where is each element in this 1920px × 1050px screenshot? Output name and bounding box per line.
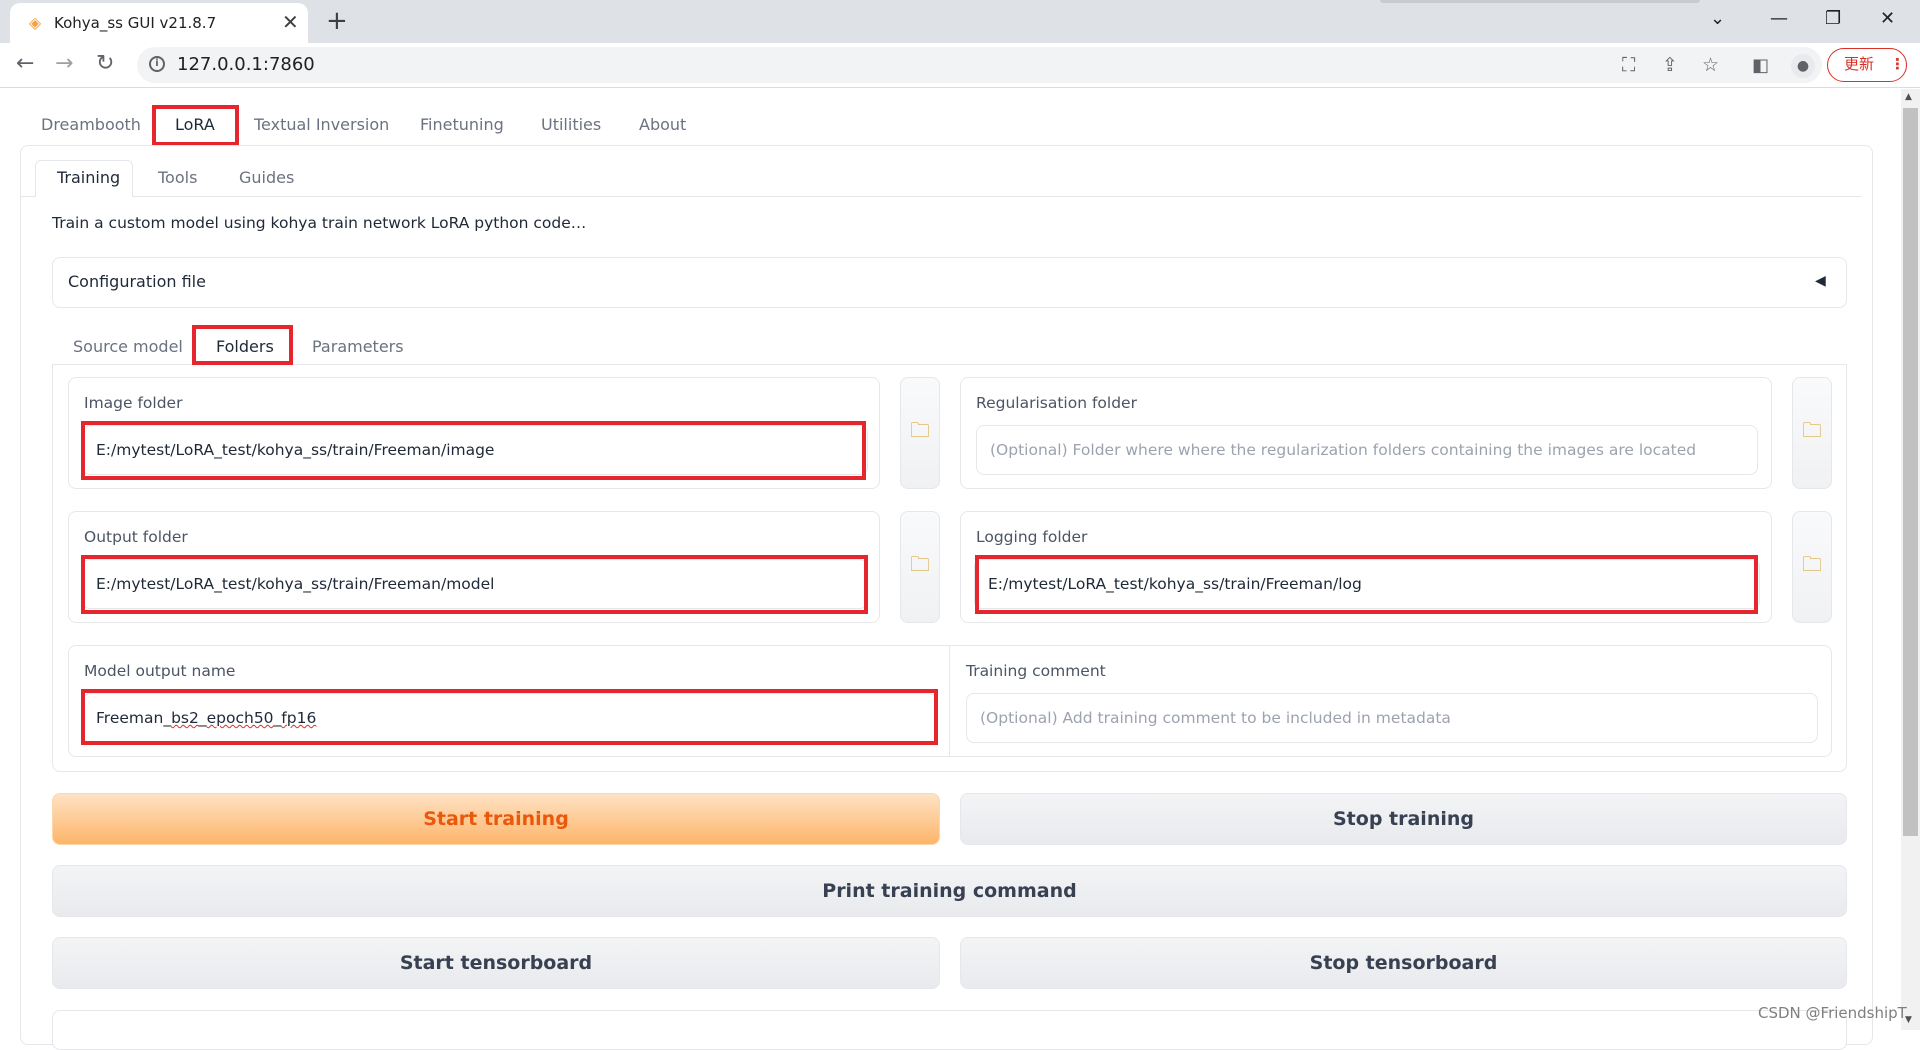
logging-folder-browse-button[interactable]: 🗀 [1792,511,1832,623]
tab-parameters[interactable]: Parameters [312,337,404,356]
output-folder-label: Output folder [84,528,188,546]
new-tab-icon[interactable]: + [326,6,348,36]
start-tensorboard-button[interactable]: Start tensorboard [52,937,940,989]
folder-icon: 🗀 [910,552,930,576]
scrollbar-thumb[interactable] [1903,108,1918,836]
model-output-name-label: Model output name [84,662,236,680]
profile-avatar-icon[interactable]: ● [1791,54,1815,78]
reload-icon[interactable]: ↻ [96,49,114,79]
output-folder-browse-button[interactable]: 🗀 [900,511,940,623]
maximize-icon[interactable]: ❐ [1825,6,1841,32]
image-folder-browse-button[interactable]: 🗀 [900,377,940,489]
folder-icon: 🗀 [910,418,930,442]
next-section-box [52,1010,1847,1050]
reg-folder-group: Regularisation folder (Optional) Folder … [960,377,1772,489]
folder-icon: 🗀 [1802,552,1822,576]
folder-icon: 🗀 [1802,418,1822,442]
tab-source-model[interactable]: Source model [73,337,183,356]
subtab-guides[interactable]: Guides [239,168,294,187]
page-description: Train a custom model using kohya train n… [52,214,587,232]
highlight-image-folder [81,421,866,480]
update-button[interactable]: 更新 ⋮ [1827,48,1907,82]
subtab-divider [133,196,1862,197]
reg-folder-label: Regularisation folder [976,394,1137,412]
minimize-icon[interactable]: — [1770,6,1788,32]
highlight-logging-folder [975,555,1758,614]
print-training-command-button[interactable]: Print training command [52,865,1847,917]
reg-folder-input[interactable]: (Optional) Folder where where the regula… [976,425,1758,475]
scroll-up-icon[interactable]: ▲ [1905,92,1912,102]
share-icon[interactable]: ⇪ [1662,53,1678,77]
side-panel-icon[interactable]: ◧ [1752,55,1769,77]
tab-textual-inversion[interactable]: Textual Inversion [254,115,389,134]
tab-about[interactable]: About [639,115,686,134]
address-bar[interactable]: i 127.0.0.1:7860 ⛶ ⇪ ☆ [137,47,1822,83]
more-menu-icon[interactable]: ⋮ [1890,49,1905,80]
image-folder-label: Image folder [84,394,183,412]
browser-tab-strip: ◈ Kohya_ss GUI v21.8.7 ✕ + ⌄ — ❐ ✕ [0,0,1920,43]
stop-tensorboard-button[interactable]: Stop tensorboard [960,937,1847,989]
group-divider [949,646,950,756]
translate-icon[interactable]: ⛶ [1622,53,1635,77]
training-comment-label: Training comment [966,662,1106,680]
close-window-icon[interactable]: ✕ [1880,6,1895,32]
accordion-label: Configuration file [68,272,206,291]
browser-tab-title: Kohya_ss GUI v21.8.7 [54,14,217,32]
stop-training-button[interactable]: Stop training [960,793,1847,845]
tab-finetuning[interactable]: Finetuning [420,115,504,134]
highlight-lora-tab [152,105,239,146]
subtab-training[interactable]: Training [57,168,120,187]
configuration-file-accordion[interactable]: Configuration file ◀ [52,257,1847,308]
watermark: CSDN @FriendshipT [1758,1004,1907,1022]
back-icon[interactable]: ← [16,49,34,79]
update-label: 更新 [1844,55,1875,73]
highlight-folders-tab [192,325,293,365]
training-comment-input[interactable]: (Optional) Add training comment to be in… [966,693,1818,743]
highlight-model-output-name [81,689,938,745]
url-text[interactable]: 127.0.0.1:7860 [177,54,315,75]
browser-toolbar: ← → ↻ i 127.0.0.1:7860 ⛶ ⇪ ☆ ◧ ● 更新 ⋮ [0,43,1920,88]
subtab-tools[interactable]: Tools [158,168,197,187]
app-favicon-icon: ◈ [28,13,42,32]
window-drag-strip [1380,0,1700,3]
close-tab-icon[interactable]: ✕ [282,12,299,32]
site-info-icon[interactable]: i [149,56,165,72]
subtab-divider [20,196,35,197]
logging-folder-label: Logging folder [976,528,1088,546]
forward-icon[interactable]: → [55,49,73,79]
collapse-arrow-icon[interactable]: ◀ [1815,273,1826,289]
tab-dreambooth[interactable]: Dreambooth [41,115,141,134]
reg-folder-browse-button[interactable]: 🗀 [1792,377,1832,489]
tab-utilities[interactable]: Utilities [541,115,601,134]
highlight-output-folder [81,555,868,614]
start-training-button[interactable]: Start training [52,793,940,845]
browser-tab[interactable]: ◈ Kohya_ss GUI v21.8.7 ✕ [10,3,308,43]
tab-search-icon[interactable]: ⌄ [1710,6,1725,32]
bookmark-star-icon[interactable]: ☆ [1702,53,1719,77]
